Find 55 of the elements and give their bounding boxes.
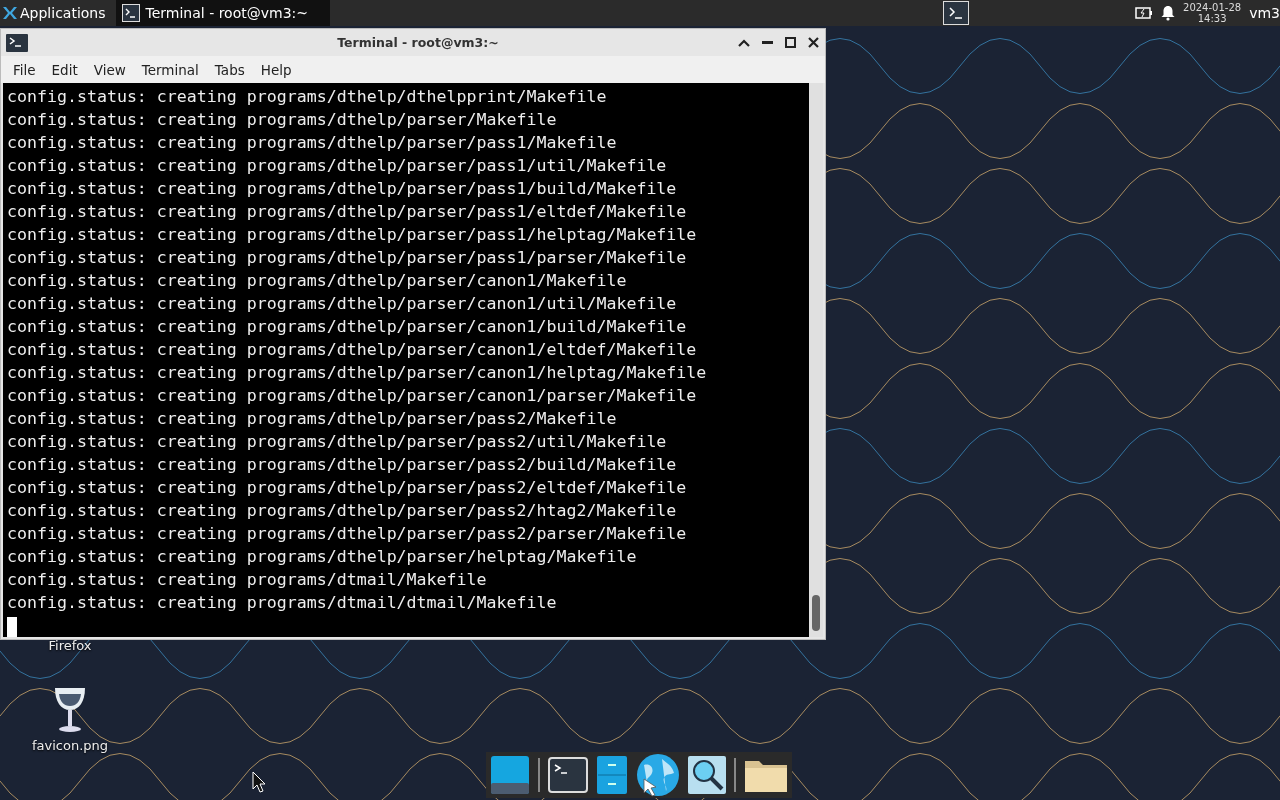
terminal-line: config.status: creating programs/dthelp/parser/Makefile: [7, 109, 558, 131]
mouse-pointer-icon: [252, 771, 266, 793]
taskbar-button[interactable]: Terminal - root@vm3:~: [115, 0, 330, 26]
clock-date: 2024-01-28: [1183, 2, 1242, 13]
terminal-icon: [6, 33, 28, 52]
show-desktop-icon[interactable]: [490, 755, 530, 795]
terminal-line: config.status: creating programs/dthelp/dthelpprint/Makefile: [7, 86, 608, 108]
menu-item[interactable]: Edit: [43, 61, 86, 78]
user-name[interactable]: vm3: [1249, 5, 1280, 21]
terminal-line: config.status: creating programs/dthelp/parser/pass2/eltdef/Makefile: [7, 477, 688, 499]
menu-item[interactable]: View: [85, 61, 134, 78]
file-cabinet-icon[interactable]: [596, 755, 628, 795]
terminal-line: config.status: creating programs/dthelp/parser/canon1/helptag/Makefile: [7, 362, 708, 384]
terminal-line: config.status: creating programs/dthelp/parser/pass1/parser/Makefile: [7, 247, 688, 269]
terminal-line: config.status: creating programs/dthelp/parser/pass1/helptag/Makefile: [7, 224, 698, 246]
menu-item[interactable]: File: [5, 61, 44, 78]
goblet-icon[interactable]: [52, 686, 88, 734]
shade-icon[interactable]: [738, 38, 750, 47]
menu-item[interactable]: Tabs: [206, 61, 253, 78]
terminal-line: config.status: creating programs/dthelp/parser/canon1/Makefile: [7, 270, 628, 292]
terminal-line: config.status: creating programs/dthelp/parser/pass1/build/Makefile: [7, 178, 678, 200]
scrollbar[interactable]: [809, 83, 823, 637]
menu-item[interactable]: Terminal: [133, 61, 207, 78]
terminal-line: config.status: creating programs/dthelp/parser/pass2/htag2/Makefile: [7, 500, 678, 522]
logo-icon: [2, 5, 18, 21]
search-icon[interactable]: [688, 756, 726, 794]
battery-icon[interactable]: [1135, 7, 1154, 19]
terminal-line: config.status: creating programs/dthelp/parser/pass2/util/Makefile: [7, 431, 668, 453]
terminal-line: config.status: creating programs/dthelp/parser/pass2/build/Makefile: [7, 454, 678, 476]
terminal-line: config.status: creating programs/dthelp/parser/pass2/parser/Makefile: [7, 523, 688, 545]
terminal-line: config.status: creating programs/dthelp/parser/helptag/Makefile: [7, 546, 638, 568]
terminal-line: config.status: creating programs/dthelp/parser/pass2/Makefile: [7, 408, 618, 430]
menu-item[interactable]: Help: [252, 61, 300, 78]
terminal-line: config.status: creating programs/dthelp/parser/pass1/Makefile: [7, 132, 618, 154]
text-cursor: [7, 616, 17, 637]
terminal-icon[interactable]: [548, 757, 588, 793]
clock-time: 14:33: [1197, 13, 1227, 24]
window-title: Terminal - root@vm3:~: [336, 35, 499, 50]
terminal-line: config.status: creating programs/dthelp/parser/canon1/parser/Makefile: [7, 385, 698, 407]
terminal-icon[interactable]: [943, 1, 970, 25]
terminal-line: config.status: creating programs/dthelp/parser/canon1/util/Makefile: [7, 293, 678, 315]
desktop-icon-label[interactable]: favicon.png: [31, 738, 109, 753]
terminal-line: config.status: creating programs/dthelp/parser/pass1/eltdef/Makefile: [7, 201, 688, 223]
terminal-line: config.status: creating programs/dtmail/dtmail/Makefile: [7, 592, 558, 614]
terminal-line: config.status: creating programs/dthelp/parser/pass1/util/Makefile: [7, 155, 668, 177]
desktop-icon-label[interactable]: Firefox: [48, 638, 92, 653]
close-icon[interactable]: [808, 37, 819, 48]
applications-menu[interactable]: Applications: [0, 0, 108, 26]
notification-bell-icon[interactable]: [1161, 5, 1176, 21]
terminal-line: config.status: creating programs/dtmail/Makefile: [7, 569, 488, 591]
globe-icon[interactable]: [636, 753, 680, 797]
maximize-icon[interactable]: [785, 37, 796, 48]
terminal-icon: [121, 4, 140, 22]
terminal-line: config.status: creating programs/dthelp/parser/canon1/build/Makefile: [7, 316, 688, 338]
terminal-line: config.status: creating programs/dthelp/parser/canon1/eltdef/Makefile: [7, 339, 698, 361]
